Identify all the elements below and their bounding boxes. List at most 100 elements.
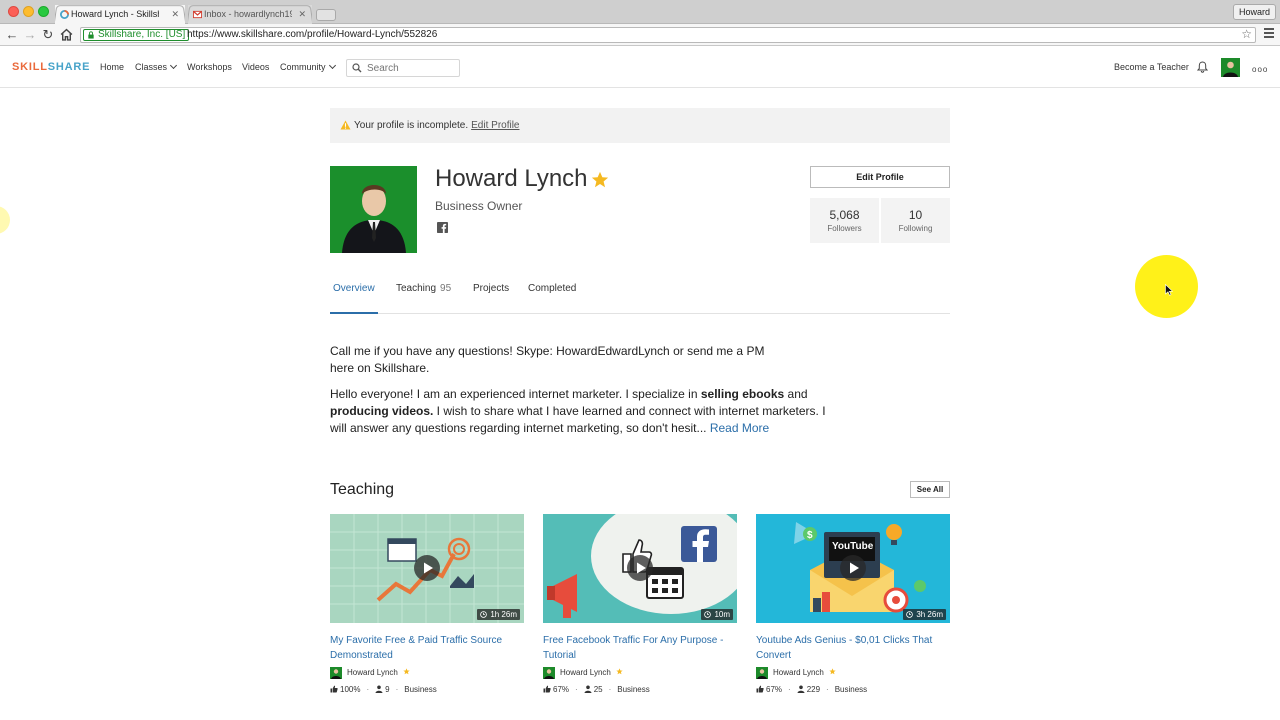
close-icon[interactable]: ✕ [298, 5, 306, 24]
class-title-link[interactable]: Youtube Ads Genius - $0,01 Clicks That C… [756, 633, 950, 663]
class-meta: 67% · 229 · Business [756, 684, 950, 696]
see-all-button[interactable]: See All [910, 481, 950, 498]
duration-badge: 3h 26m [903, 609, 946, 620]
thumbs-up-icon [543, 685, 551, 693]
play-icon[interactable] [627, 555, 653, 581]
window-minimize-button[interactable] [23, 6, 34, 17]
avatar [543, 667, 555, 679]
class-author[interactable]: Howard Lynch [543, 666, 737, 680]
window-zoom-button[interactable] [38, 6, 49, 17]
star-icon [616, 668, 623, 675]
nav-workshops[interactable]: Workshops [187, 62, 232, 72]
notice-text: Your profile is incomplete. [354, 120, 469, 131]
bookmark-star-icon[interactable]: ☆ [1241, 27, 1252, 41]
svg-text:$: $ [807, 530, 813, 541]
student-icon [375, 685, 383, 693]
duration-badge: 10m [701, 609, 733, 620]
search-box[interactable] [346, 59, 460, 77]
bio-paragraph: Call me if you have any questions! Skype… [330, 344, 765, 375]
search-icon [352, 63, 362, 73]
forward-arrow-icon[interactable]: → [22, 27, 38, 43]
profile-title: Business Owner [435, 199, 523, 213]
reload-icon[interactable]: ↻ [40, 27, 56, 43]
play-icon[interactable] [414, 555, 440, 581]
class-card[interactable]: 10m Free Facebook Traffic For Any Purpos… [543, 514, 737, 696]
become-teacher-link[interactable]: Become a Teacher [1114, 62, 1189, 72]
skillshare-favicon-icon [60, 10, 69, 19]
edit-profile-button[interactable]: Edit Profile [810, 166, 950, 188]
browser-tab-skillshare[interactable]: Howard Lynch - Skillshare ✕ [55, 5, 185, 24]
clock-icon [480, 611, 488, 618]
profile-tabs: Overview Teaching 95 Projects Completed [330, 273, 950, 314]
followers-stat[interactable]: 5,068 Followers [810, 198, 879, 243]
star-icon [403, 668, 410, 675]
search-input[interactable] [367, 62, 455, 75]
nav-home[interactable]: Home [100, 62, 124, 72]
class-title-link[interactable]: My Favorite Free & Paid Traffic Source D… [330, 633, 524, 663]
ev-label: Skillshare, Inc. [US] [98, 29, 186, 40]
profile-portrait [330, 166, 417, 253]
edit-profile-link[interactable]: Edit Profile [471, 120, 519, 131]
home-icon[interactable] [60, 28, 73, 41]
class-thumbnail[interactable]: $ YouTube 3h 26m [756, 514, 950, 623]
class-author[interactable]: Howard Lynch [756, 666, 950, 680]
avatar[interactable] [1221, 58, 1240, 77]
avatar [330, 667, 342, 679]
profile-incomplete-notice: Your profile is incomplete. Edit Profile [330, 108, 950, 143]
new-tab-button[interactable] [316, 9, 336, 21]
class-thumbnail[interactable]: 10m [543, 514, 737, 623]
followers-count: 5,068 [829, 208, 860, 222]
class-thumbnail[interactable]: 1h 26m [330, 514, 524, 623]
class-card[interactable]: 1h 26m My Favorite Free & Paid Traffic S… [330, 514, 524, 696]
following-count: 10 [908, 208, 923, 222]
more-icon[interactable]: ooo [1252, 65, 1268, 74]
youtube-logo: YouTube [832, 541, 874, 552]
thumbs-up-icon [756, 685, 764, 693]
window-close-button[interactable] [8, 6, 19, 17]
close-icon[interactable]: ✕ [171, 5, 179, 24]
site-header: SKILLSHARE Home Classes Workshops Videos… [0, 47, 1280, 88]
nav-community[interactable]: Community [280, 61, 336, 72]
section-title: Teaching [330, 481, 395, 498]
back-arrow-icon[interactable]: ← [4, 27, 20, 43]
teaching-count: 95 [440, 283, 452, 294]
student-icon [584, 685, 592, 693]
tab-overview[interactable]: Overview [330, 283, 378, 314]
ev-certificate-badge[interactable]: Skillshare, Inc. [US] [83, 29, 190, 41]
profile-name: Howard Lynch [435, 165, 588, 192]
person-icon [1223, 61, 1238, 77]
class-author[interactable]: Howard Lynch [330, 666, 524, 680]
play-icon[interactable] [840, 555, 866, 581]
tab-projects[interactable]: Projects [473, 283, 509, 314]
mouse-cursor-icon [1165, 284, 1173, 296]
url-text: https://www.skillshare.com/profile/Howar… [187, 29, 438, 40]
class-meta: 67% · 25 · Business [543, 684, 737, 696]
nav-classes[interactable]: Classes [135, 61, 178, 72]
browser-address-bar: ← → ↻ Skillshare, Inc. [US] https://www.… [0, 24, 1280, 46]
skillshare-logo[interactable]: SKILLSHARE [12, 61, 90, 73]
chevron-down-icon [169, 61, 178, 70]
browser-menu-icon[interactable] [1264, 28, 1274, 38]
star-icon [829, 668, 836, 675]
read-more-link[interactable]: Read More [710, 421, 769, 435]
tab-teaching[interactable]: Teaching 95 [396, 283, 451, 314]
class-title-link[interactable]: Free Facebook Traffic For Any Purpose - … [543, 633, 737, 663]
tab-completed[interactable]: Completed [528, 283, 576, 314]
class-meta: 100% · 9 · Business [330, 684, 524, 696]
cursor-trail-highlight [0, 206, 10, 234]
browser-tab-gmail[interactable]: Inbox - howardlynch1995@gmail.com ✕ [188, 5, 312, 24]
browser-profile-button[interactable]: Howard [1232, 4, 1276, 20]
class-card[interactable]: $ YouTube 3h 26m Youtube Ads Genius - $0… [756, 514, 950, 696]
bell-icon[interactable] [1197, 61, 1208, 73]
chevron-down-icon [328, 61, 336, 70]
avatar [756, 667, 768, 679]
student-icon [797, 685, 805, 693]
nav-videos[interactable]: Videos [242, 62, 269, 72]
following-stat[interactable]: 10 Following [881, 198, 950, 243]
star-icon [591, 171, 609, 188]
following-label: Following [898, 224, 933, 233]
duration-badge: 1h 26m [477, 609, 520, 620]
tab-title: Howard Lynch - Skillshare [71, 9, 159, 19]
url-field[interactable]: Skillshare, Inc. [US] https://www.skills… [80, 27, 1256, 43]
facebook-icon[interactable] [437, 222, 448, 233]
